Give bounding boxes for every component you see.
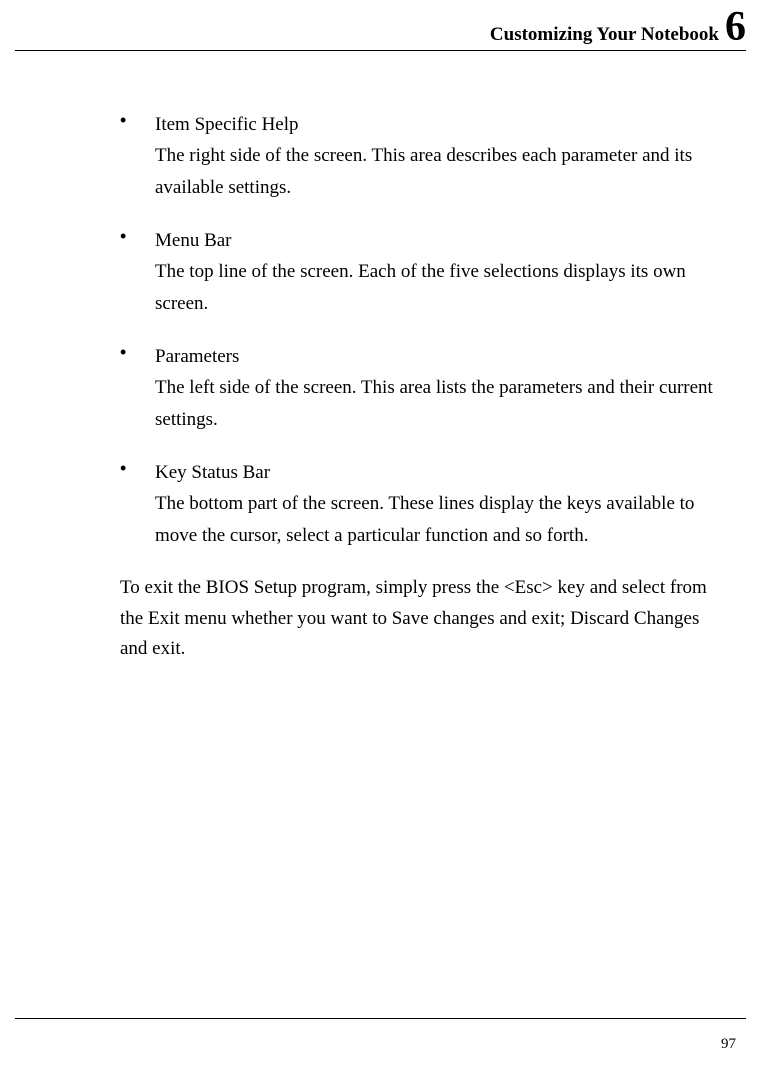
item-title: Key Status Bar xyxy=(155,457,736,488)
page-footer: 97 xyxy=(15,1018,746,1077)
item-description: The right side of the screen. This area … xyxy=(155,140,736,203)
item-title: Menu Bar xyxy=(155,225,736,256)
header-title: Customizing Your Notebook xyxy=(490,24,719,46)
closing-paragraph: To exit the BIOS Setup program, simply p… xyxy=(15,573,746,664)
item-title: Item Specific Help xyxy=(155,109,736,140)
chapter-number: 6 xyxy=(725,6,746,48)
page-content: Item Specific Help The right side of the… xyxy=(15,51,746,1018)
list-item: Key Status Bar The bottom part of the sc… xyxy=(155,457,746,551)
list-item: Parameters The left side of the screen. … xyxy=(155,341,746,435)
bullet-list: Item Specific Help The right side of the… xyxy=(15,109,746,551)
list-item: Item Specific Help The right side of the… xyxy=(155,109,746,203)
item-description: The left side of the screen. This area l… xyxy=(155,372,736,435)
item-description: The top line of the screen. Each of the … xyxy=(155,256,736,319)
page-header: Customizing Your Notebook 6 xyxy=(15,0,746,51)
item-title: Parameters xyxy=(155,341,736,372)
list-item: Menu Bar The top line of the screen. Eac… xyxy=(155,225,746,319)
page-number: 97 xyxy=(721,1036,736,1052)
item-description: The bottom part of the screen. These lin… xyxy=(155,488,736,551)
